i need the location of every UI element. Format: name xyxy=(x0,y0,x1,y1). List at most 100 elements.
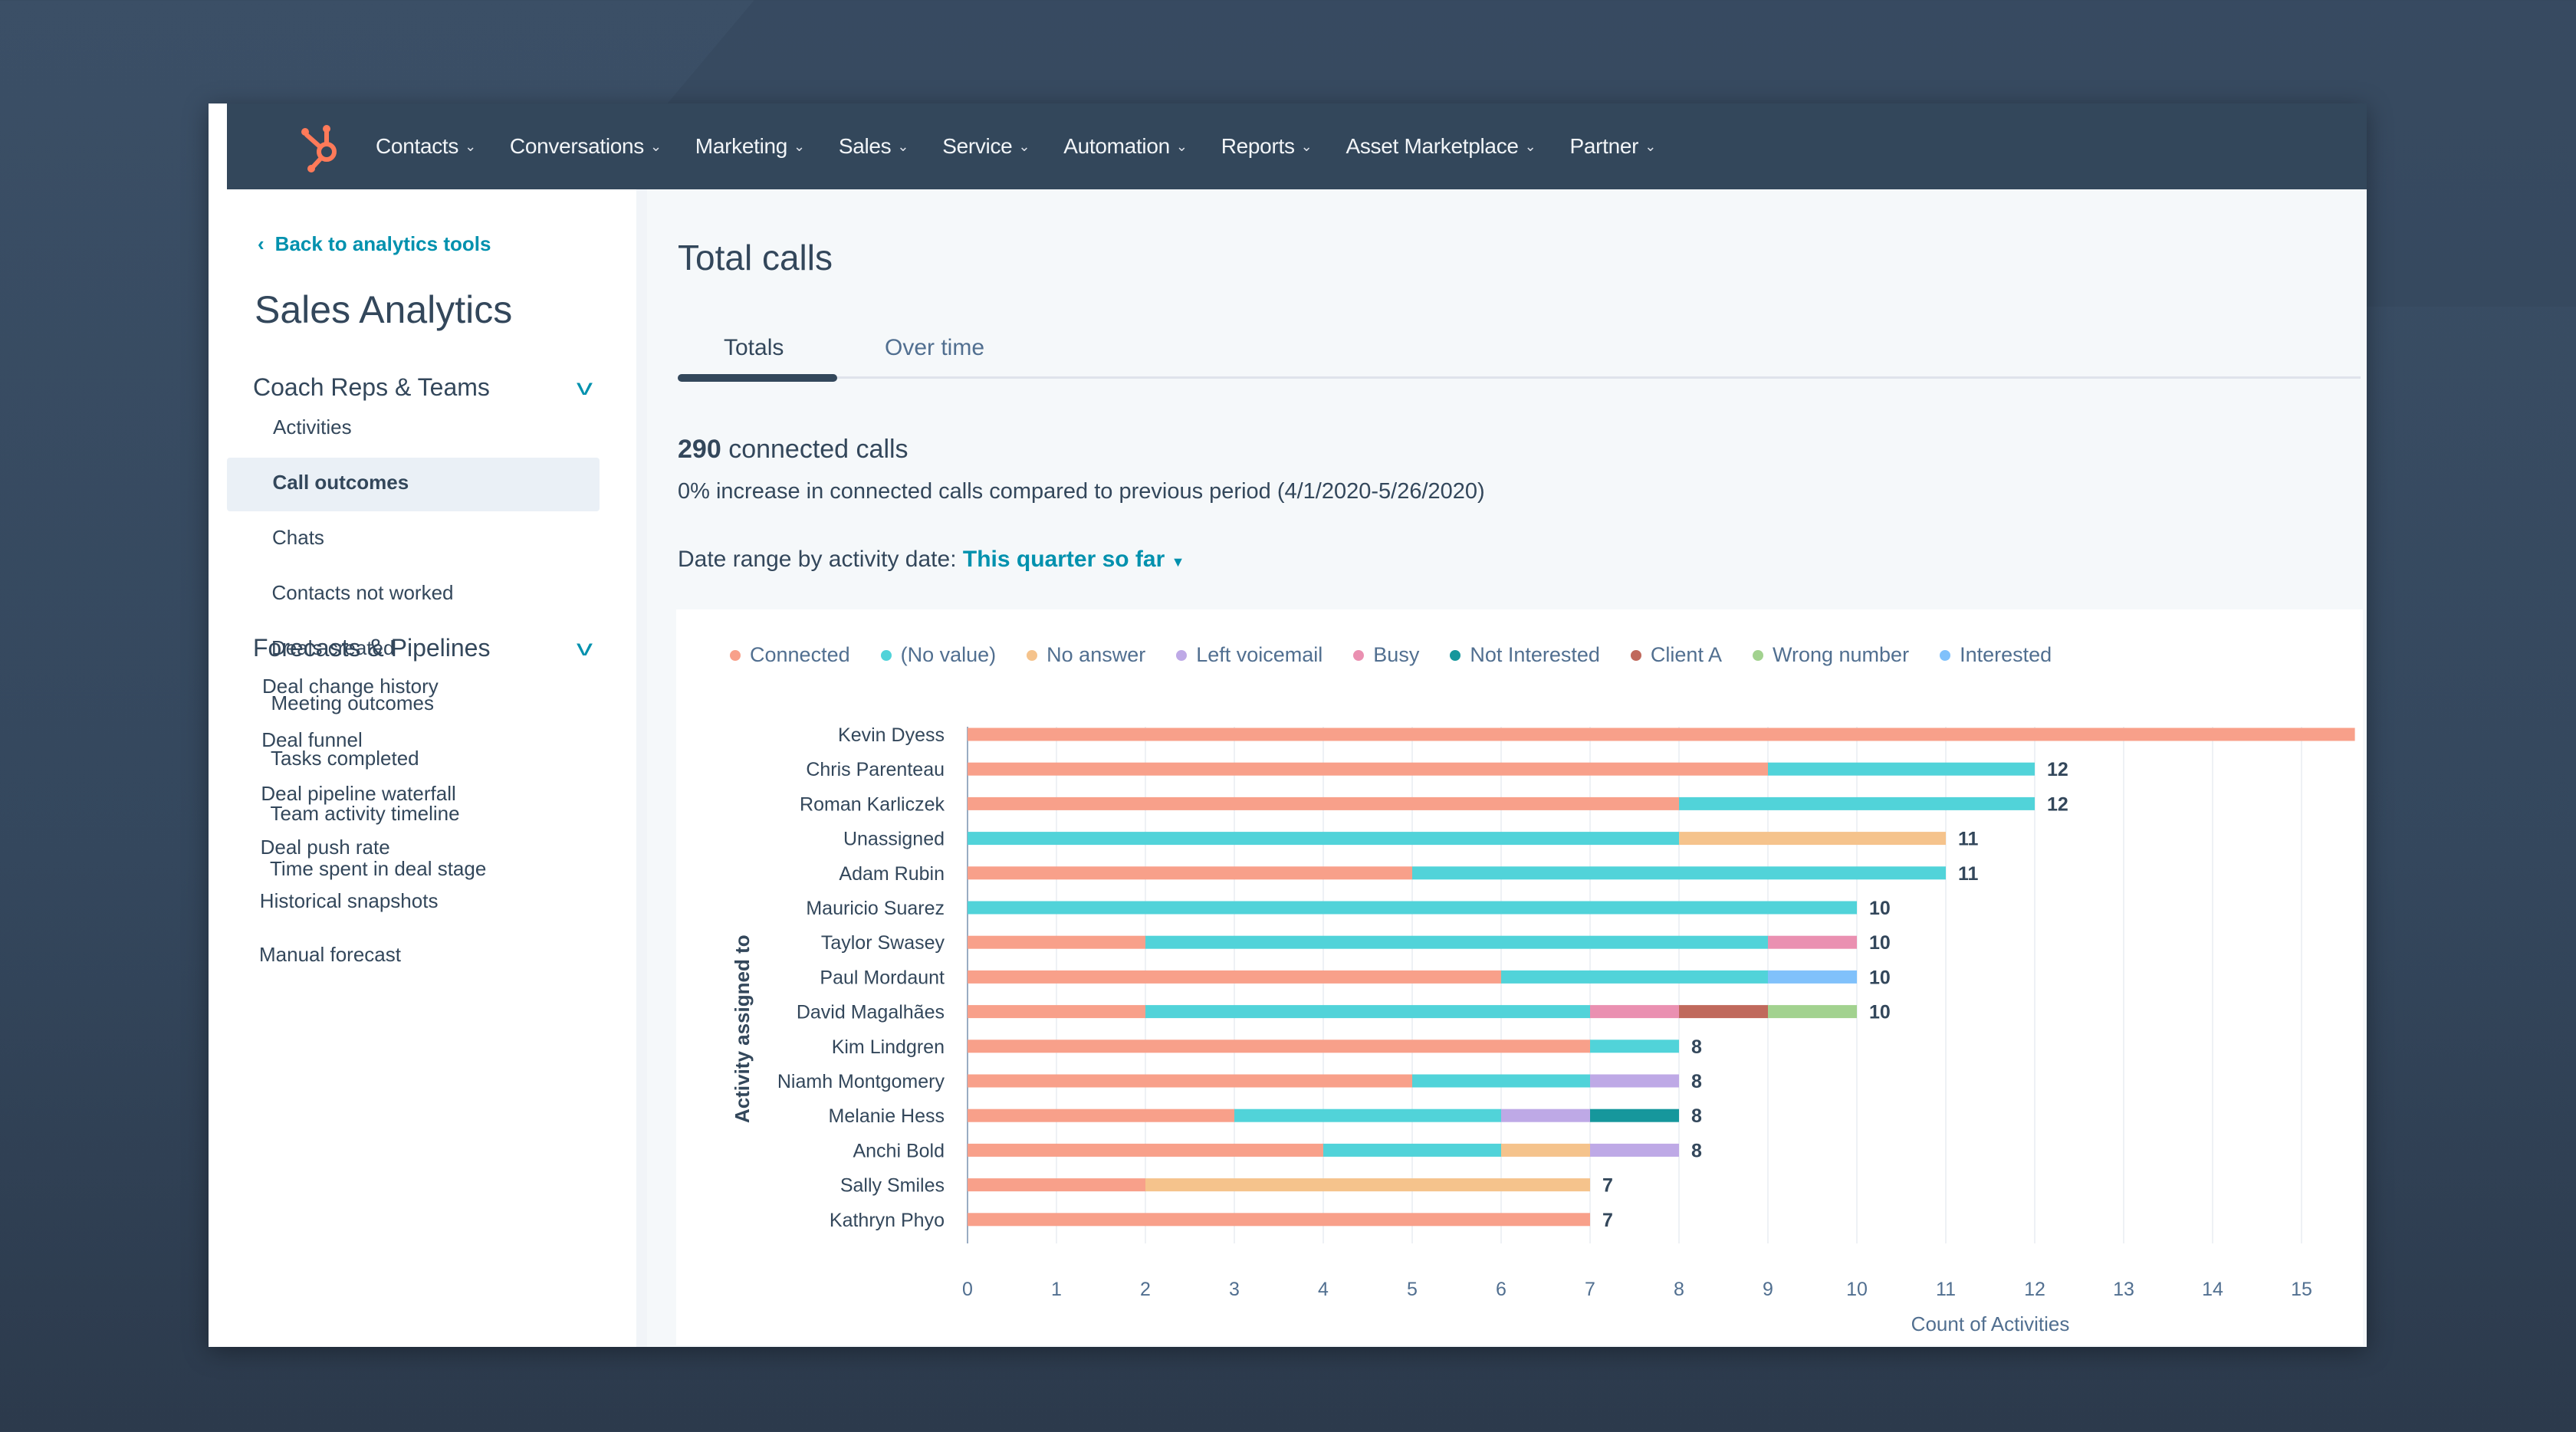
tab-totals[interactable]: Totals xyxy=(724,335,784,361)
bar-segment-no-value[interactable] xyxy=(1145,935,1768,949)
sidebar-item-contacts-not-worked[interactable]: Contacts not worked xyxy=(272,581,454,605)
sidebar-title: Sales Analytics xyxy=(255,288,513,331)
sidebar-item-time-spent-in-deal-stage[interactable]: Time spent in deal stage xyxy=(270,857,486,881)
sidebar-section-0[interactable]: Coach Reps & Teams v xyxy=(253,373,593,402)
sidebar-item-manual-forecast[interactable]: Manual forecast xyxy=(259,943,401,967)
bar-segment-connected[interactable] xyxy=(968,1040,1590,1053)
bar-segment-connected[interactable] xyxy=(968,762,1768,776)
sidebar-item-deal-push-rate[interactable]: Deal push rate xyxy=(261,836,390,859)
bar-segment-no-value[interactable] xyxy=(1679,796,2035,810)
sidebar: ‹ Back to analytics tools Sales Analytic… xyxy=(209,189,647,1347)
stat-label: connected calls xyxy=(728,435,909,464)
sidebar-item-deal-funnel[interactable]: Deal funnel xyxy=(261,728,363,752)
bar-segment-interested[interactable] xyxy=(1768,970,1857,984)
bar-segment-no-value[interactable] xyxy=(1323,1143,1501,1157)
x-tick-label: 6 xyxy=(1496,1279,1506,1300)
back-link-label: Back to analytics tools xyxy=(274,232,491,255)
sidebar-item-call-outcomes[interactable]: Call outcomes xyxy=(227,458,600,511)
bar-total-label: 10 xyxy=(1869,898,1891,919)
bar-segment-connected[interactable] xyxy=(968,1178,1145,1192)
bar-segment-no-value[interactable] xyxy=(1234,1108,1501,1122)
back-to-analytics-link[interactable]: ‹ Back to analytics tools xyxy=(258,232,491,256)
tab-over-time[interactable]: Over time xyxy=(885,335,984,361)
bar-segment-left-voicemail[interactable] xyxy=(1590,1074,1679,1088)
x-tick-label: 0 xyxy=(962,1279,973,1300)
nav-item-automation[interactable]: Automation ⌄ xyxy=(1063,134,1188,159)
bar-segment-no-answer[interactable] xyxy=(1501,1143,1590,1157)
nav-item-label: Automation xyxy=(1063,134,1170,158)
date-range-filter: Date range by activity date: This quarte… xyxy=(678,547,1184,573)
y-category-label: Niamh Montgomery xyxy=(777,1071,945,1092)
bar-segment-busy[interactable] xyxy=(1768,935,1857,949)
y-category-label: Paul Mordaunt xyxy=(820,967,945,988)
top-navbar: Contacts ⌄ Conversations ⌄ Marketing ⌄ Sales ⌄ S… xyxy=(227,103,2367,189)
bar-segment-no-value[interactable] xyxy=(1768,762,2035,776)
nav-item-label: Marketing xyxy=(695,134,788,158)
sidebar-section-label: Coach Reps & Teams xyxy=(253,373,490,401)
x-tick-label: 13 xyxy=(2113,1279,2134,1300)
bar-segment-no-value[interactable] xyxy=(968,832,1679,846)
sidebar-section-label: Forecasts & Pipelines xyxy=(253,634,491,662)
sidebar-item-deal-change-history[interactable]: Deal change history xyxy=(262,675,439,698)
bar-segment-no-answer[interactable] xyxy=(1145,1178,1590,1192)
sidebar-item-chats[interactable]: Chats xyxy=(272,526,324,550)
bar-segment-not-interested[interactable] xyxy=(1590,1108,1679,1122)
bar-total-label: 10 xyxy=(1869,1002,1891,1023)
date-range-dropdown[interactable]: This quarter so far ▼ xyxy=(963,547,1185,572)
bar-total-label: 12 xyxy=(2047,793,2068,815)
bar-segment-no-value[interactable] xyxy=(1590,1040,1679,1053)
nav-item-contacts[interactable]: Contacts ⌄ xyxy=(376,134,476,159)
sidebar-section-1[interactable]: Forecasts & Pipelines v xyxy=(253,634,593,662)
nav-item-reports[interactable]: Reports ⌄ xyxy=(1221,134,1313,159)
bar-segment-left-voicemail[interactable] xyxy=(1590,1143,1679,1157)
nav-item-sales[interactable]: Sales ⌄ xyxy=(839,134,909,159)
nav-item-marketing[interactable]: Marketing ⌄ xyxy=(695,134,805,159)
hubspot-logo-icon[interactable] xyxy=(296,120,350,173)
bar-segment-no-value[interactable] xyxy=(1412,866,1946,880)
y-category-label: Chris Parenteau xyxy=(806,759,945,780)
y-category-label: David Magalhães xyxy=(797,1002,945,1023)
chevron-left-icon: ‹ xyxy=(258,232,264,255)
nav-item-label: Service xyxy=(942,134,1013,158)
bar-segment-connected[interactable] xyxy=(968,796,1679,810)
sidebar-item-deal-pipeline-waterfall[interactable]: Deal pipeline waterfall xyxy=(261,782,455,806)
chevron-down-icon[interactable]: v xyxy=(577,375,593,401)
sidebar-item-historical-snapshots[interactable]: Historical snapshots xyxy=(260,889,439,913)
bar-total-label: 8 xyxy=(1691,1105,1702,1127)
bar-segment-left-voicemail[interactable] xyxy=(1501,1108,1590,1122)
bar-segment-no-value[interactable] xyxy=(1501,970,1768,984)
bar-segment-connected[interactable] xyxy=(968,970,1501,984)
sidebar-item-activities[interactable]: Activities xyxy=(273,415,352,439)
y-category-label: Taylor Swasey xyxy=(821,932,945,954)
nav-item-conversations[interactable]: Conversations ⌄ xyxy=(510,134,662,159)
bar-segment-no-value[interactable] xyxy=(1145,1005,1590,1019)
bar-segment-wrong-number[interactable] xyxy=(1768,1005,1857,1019)
bar-total-label: 11 xyxy=(1958,829,1979,850)
bar-segment-connected[interactable] xyxy=(968,1213,1590,1227)
x-tick-label: 1 xyxy=(1051,1279,1062,1300)
bar-total-label: 11 xyxy=(1958,863,1979,885)
chevron-down-icon[interactable]: v xyxy=(577,636,593,662)
bar-total-label: 8 xyxy=(1691,1071,1702,1092)
bar-segment-connected[interactable] xyxy=(968,1143,1323,1157)
bar-segment-connected[interactable] xyxy=(968,866,1412,880)
chevron-down-icon: ⌄ xyxy=(465,138,476,154)
nav-item-service[interactable]: Service ⌄ xyxy=(942,134,1030,159)
nav-item-partner[interactable]: Partner ⌄ xyxy=(1569,134,1656,159)
bar-segment-connected[interactable] xyxy=(968,727,2355,741)
main-content: Total calls Totals Over time 290 connect… xyxy=(647,189,2367,1347)
chevron-down-icon: ⌄ xyxy=(650,138,662,154)
bar-segment-connected[interactable] xyxy=(968,1074,1412,1088)
x-tick-label: 3 xyxy=(1229,1279,1240,1300)
bar-segment-busy[interactable] xyxy=(1590,1005,1679,1019)
y-category-label: Adam Rubin xyxy=(839,863,945,885)
bar-segment-connected[interactable] xyxy=(968,1005,1145,1019)
nav-item-asset-marketplace[interactable]: Asset Marketplace ⌄ xyxy=(1346,134,1536,159)
bar-segment-no-value[interactable] xyxy=(968,901,1857,915)
bar-segment-no-answer[interactable] xyxy=(1679,832,1946,846)
app-window: Contacts ⌄ Conversations ⌄ Marketing ⌄ Sales ⌄ S… xyxy=(209,103,2367,1347)
bar-segment-client-a[interactable] xyxy=(1679,1005,1768,1019)
bar-segment-no-value[interactable] xyxy=(1412,1074,1590,1088)
bar-segment-connected[interactable] xyxy=(968,1108,1234,1122)
bar-segment-connected[interactable] xyxy=(968,935,1145,949)
